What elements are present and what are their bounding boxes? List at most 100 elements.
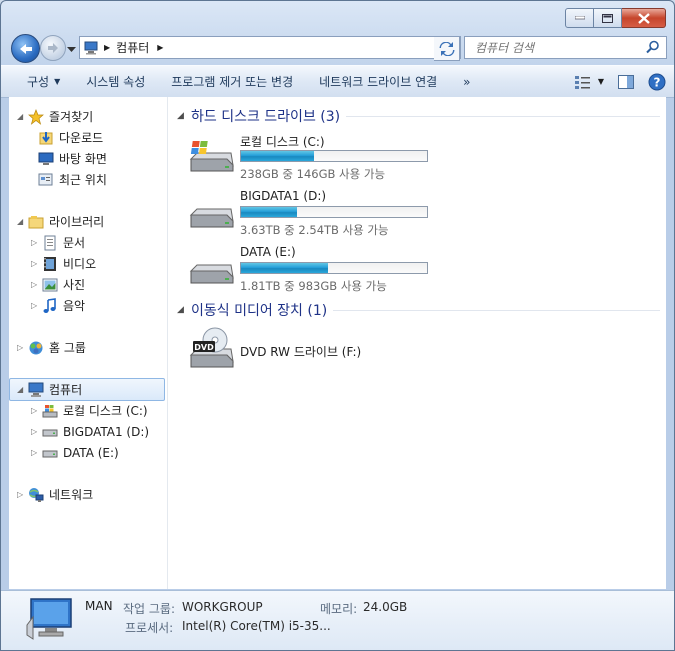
nav-label: DATA (E:) (63, 445, 119, 460)
view-controls: ▼ ? (560, 66, 666, 97)
organize-label: 구성 (27, 75, 50, 89)
preview-pane-button[interactable] (618, 74, 634, 89)
more-commands-button[interactable]: » (450, 66, 483, 97)
nav-item-bigdata-d[interactable]: ▷ BIGDATA1 (D:) (31, 421, 149, 442)
refresh-button[interactable] (434, 36, 460, 61)
breadcrumb-computer[interactable]: 컴퓨터 (116, 39, 149, 56)
collapsed-arrow-icon[interactable]: ▷ (31, 448, 41, 457)
nav-item-network[interactable]: ▷ 네트워크 (17, 484, 93, 505)
nav-item-videos[interactable]: ▷ 비디오 (31, 253, 96, 274)
help-icon: ? (648, 73, 666, 90)
drive-free-space: 238GB 중 146GB 사용 가능 (240, 167, 386, 181)
uninstall-program-button[interactable]: 프로그램 제거 또는 변경 (158, 66, 306, 97)
expanded-arrow-icon[interactable]: ◢ (177, 305, 191, 315)
nav-item-documents[interactable]: ▷ 문서 (31, 232, 85, 253)
close-button[interactable] (622, 8, 666, 28)
collapsed-arrow-icon[interactable]: ▷ (17, 343, 27, 352)
computer-icon (84, 41, 98, 54)
nav-label: 다운로드 (59, 131, 104, 145)
search-input[interactable] (473, 39, 647, 56)
recent-pages-button[interactable] (67, 42, 76, 56)
nav-label: 문서 (63, 236, 86, 250)
computer-icon (26, 598, 72, 640)
nav-item-data-e[interactable]: ▷ DATA (E:) (31, 442, 119, 463)
preview-pane-icon (618, 74, 634, 89)
system-properties-button[interactable]: 시스템 속성 (73, 66, 158, 97)
dvd-drive-icon: DVD (189, 327, 234, 368)
search-box[interactable] (464, 36, 667, 59)
group-header-removable-media[interactable]: ◢ 이동식 미디어 장치 (1) (177, 299, 660, 321)
nav-label: 바탕 화면 (59, 152, 107, 166)
expanded-arrow-icon[interactable]: ◢ (17, 385, 27, 394)
chevron-down-icon: ▼ (54, 77, 61, 86)
breadcrumb-separator: ▶ (104, 43, 111, 52)
organize-button[interactable]: 구성 ▼ (1, 66, 73, 97)
group-title: 이동식 미디어 장치 (1) (191, 303, 328, 319)
collapsed-arrow-icon[interactable]: ▷ (31, 238, 41, 247)
forward-button[interactable] (40, 35, 66, 61)
breadcrumb-separator-2[interactable]: ▶ (157, 43, 163, 52)
address-bar[interactable]: ▶ 컴퓨터 ▶ (79, 36, 461, 59)
hard-drive-icon (189, 208, 234, 228)
back-button[interactable] (11, 34, 40, 63)
map-network-drive-button[interactable]: 네트워크 드라이브 연결 (306, 66, 450, 97)
nav-item-downloads[interactable]: 다운로드 (37, 127, 103, 148)
drive-usage-bar (240, 206, 428, 218)
nav-item-libraries[interactable]: ◢ 라이브러리 (17, 211, 104, 232)
help-button[interactable]: ? (648, 73, 666, 91)
drive-name: BIGDATA1 (D:) (240, 189, 327, 203)
star-icon (27, 108, 45, 125)
more-commands-label: » (463, 74, 471, 89)
collapsed-arrow-icon[interactable]: ▷ (31, 280, 41, 289)
navigation-pane: ◢ 즐겨찾기 다운로드 바탕 화면 최근 위치 ◢ 라이브러리 ▷ 문서 ▷ 비… (9, 97, 168, 589)
collapsed-arrow-icon[interactable]: ▷ (31, 406, 41, 415)
nav-item-favorites[interactable]: ◢ 즐겨찾기 (17, 106, 93, 127)
maximize-icon (602, 13, 613, 23)
minimize-icon (574, 16, 585, 20)
search-icon[interactable] (646, 40, 660, 54)
drive-item-d[interactable]: BIGDATA1 (D:) 3.63TB 중 2.54TB 사용 가능 (187, 187, 437, 239)
nav-item-music[interactable]: ▷ 음악 (31, 295, 85, 316)
maximize-button[interactable] (594, 8, 622, 28)
map-network-drive-label: 네트워크 드라이브 연결 (319, 75, 438, 89)
nav-label: 사진 (63, 278, 86, 292)
expanded-arrow-icon[interactable]: ◢ (17, 217, 27, 226)
nav-item-computer[interactable]: ◢ 컴퓨터 (9, 378, 165, 401)
drive-item-e[interactable]: DATA (E:) 1.81TB 중 983GB 사용 가능 (187, 243, 437, 295)
nav-item-recent-places[interactable]: 최근 위치 (37, 169, 107, 190)
minimize-button[interactable] (565, 8, 594, 28)
collapsed-arrow-icon[interactable]: ▷ (31, 301, 41, 310)
computer-icon (27, 382, 45, 398)
collapsed-arrow-icon[interactable]: ▷ (17, 490, 27, 499)
group-header-hard-disk-drives[interactable]: ◢ 하드 디스크 드라이브 (3) (177, 105, 660, 127)
drive-item-dvd[interactable]: DVD DVD RW 드라이브 (F:) (187, 325, 437, 377)
system-drive-icon (41, 403, 59, 419)
explorer-window: ▶ 컴퓨터 ▶ 구성 ▼ 시스템 속성 프로그램 제거 또는 변경 네트워크 드… (0, 0, 675, 651)
drive-name: DVD RW 드라이브 (F:) (240, 345, 362, 359)
group-title: 하드 디스크 드라이브 (3) (191, 109, 341, 125)
memory-value: 24.0GB (363, 600, 408, 614)
details-pane: MAN 작업 그룹: WORKGROUP 메모리: 24.0GB 프로세서: I… (1, 590, 674, 650)
chevron-down-icon (67, 47, 76, 52)
processor-label: 프로세서: (125, 621, 174, 635)
collapsed-arrow-icon[interactable]: ▷ (31, 427, 41, 436)
nav-item-desktop[interactable]: 바탕 화면 (37, 148, 107, 169)
nav-item-pictures[interactable]: ▷ 사진 (31, 274, 85, 295)
drive-item-c[interactable]: 로컬 디스크 (C:) 238GB 중 146GB 사용 가능 (187, 131, 437, 183)
expanded-arrow-icon[interactable]: ◢ (177, 111, 191, 121)
system-drive-icon (189, 141, 234, 172)
network-icon (27, 487, 45, 503)
nav-item-local-disk-c[interactable]: ▷ 로컬 디스크 (C:) (31, 400, 148, 421)
memory-label: 메모리: (320, 602, 358, 616)
arrow-right-icon (48, 43, 58, 53)
video-icon (41, 256, 59, 272)
nav-item-homegroup[interactable]: ▷ 홈 그룹 (17, 337, 86, 358)
nav-label: 홈 그룹 (49, 341, 86, 355)
drive-usage-bar (240, 150, 428, 162)
expanded-arrow-icon[interactable]: ◢ (17, 112, 27, 121)
command-bar: 구성 ▼ 시스템 속성 프로그램 제거 또는 변경 네트워크 드라이브 연결 »… (1, 65, 674, 98)
collapsed-arrow-icon[interactable]: ▷ (31, 259, 41, 268)
change-view-button[interactable]: ▼ (574, 75, 604, 89)
uninstall-program-label: 프로그램 제거 또는 변경 (171, 75, 294, 89)
drive-usage-bar (240, 262, 428, 274)
